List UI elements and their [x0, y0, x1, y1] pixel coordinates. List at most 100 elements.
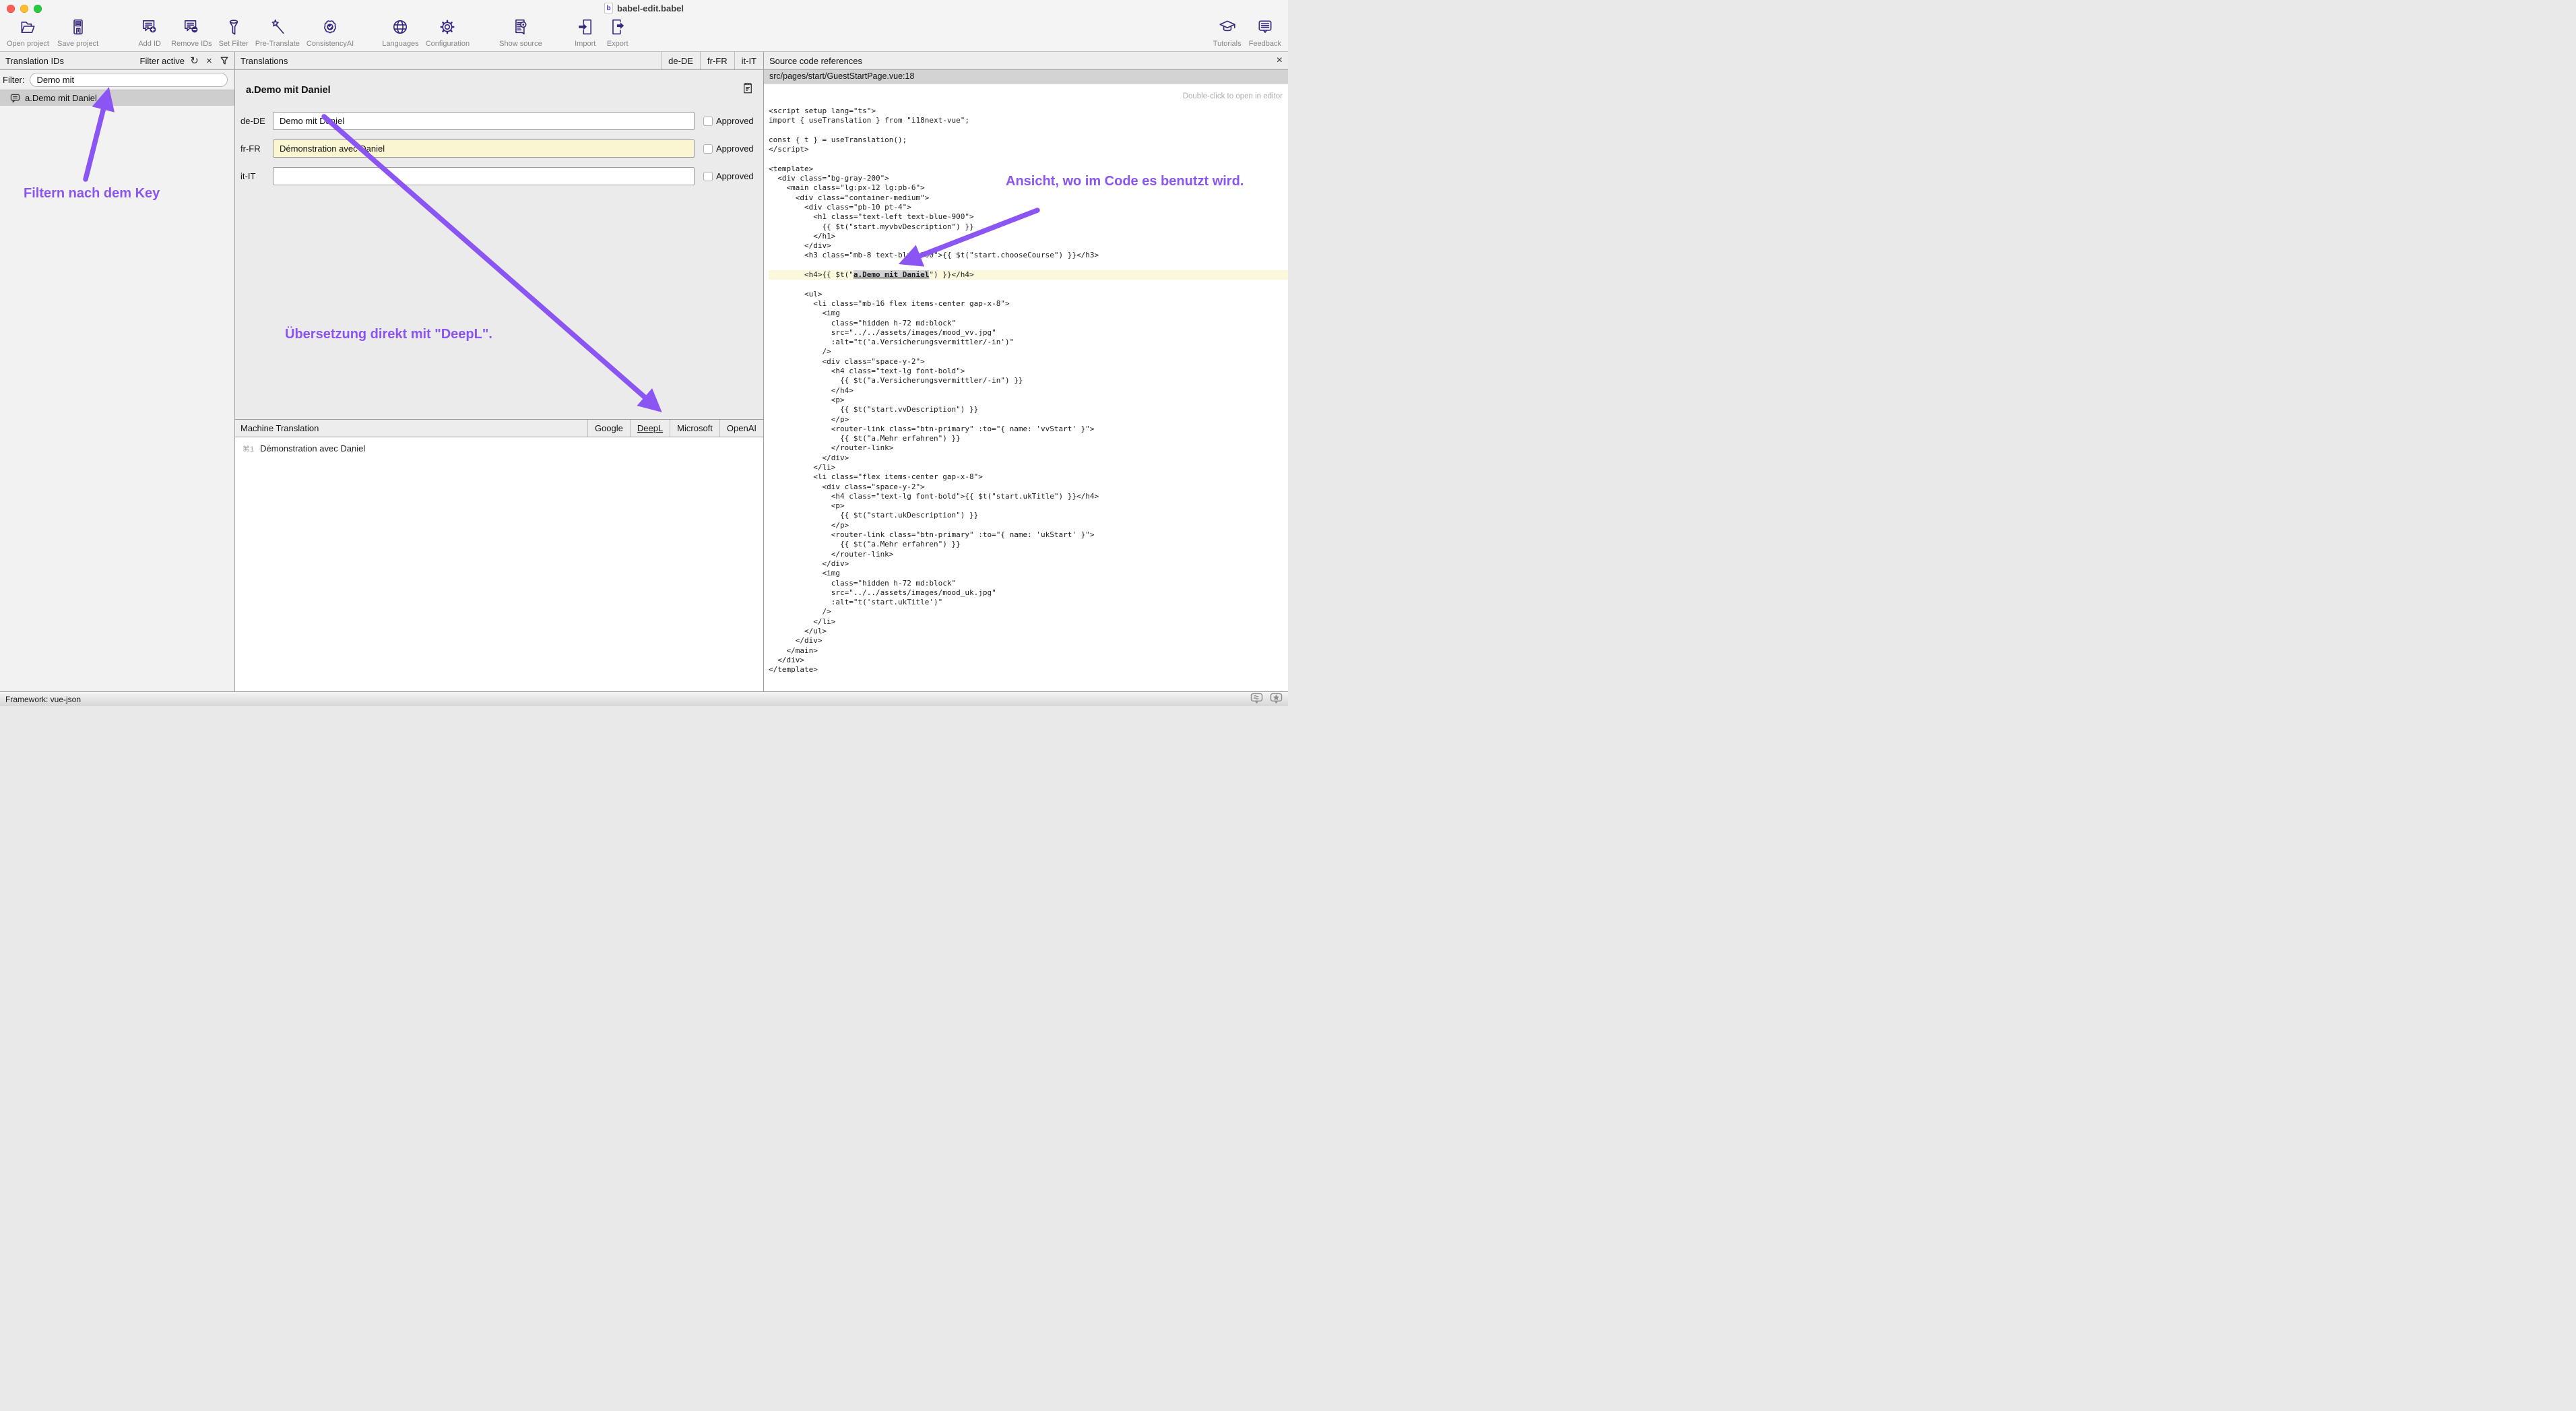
zoom-window-button[interactable] — [34, 5, 42, 13]
export-button[interactable]: Export — [603, 18, 633, 48]
mt-tab-openai[interactable]: OpenAI — [719, 420, 763, 437]
translation-ids-panel: Translation IDs Filter active ↻ × Filter… — [0, 52, 235, 691]
approved-it: Approved — [703, 171, 756, 181]
configuration-button[interactable]: Configuration — [426, 18, 470, 48]
filter-row: Filter: — [0, 70, 234, 90]
mt-suggestion-text: Démonstration avec Daniel — [260, 443, 365, 453]
funnel-icon — [225, 18, 243, 39]
tutorials-button[interactable]: Tutorials — [1213, 18, 1242, 48]
set-filter-button[interactable]: Set Filter — [219, 18, 249, 48]
remove-ids-button[interactable]: Remove IDs — [171, 18, 212, 48]
filter-funnel-icon[interactable] — [219, 56, 229, 66]
annotation-deepl: Übersetzung direkt mit "DeepL". — [285, 327, 492, 342]
translations-header: Translations de-DE fr-FR it-IT — [235, 52, 763, 70]
lang-tab-it[interactable]: it-IT — [734, 52, 763, 69]
export-arrow-icon — [609, 18, 626, 39]
filter-input[interactable] — [30, 73, 228, 87]
source-reference-row[interactable]: src/pages/start/GuestStartPage.vue:18 — [764, 70, 1288, 84]
selected-id-heading: a.Demo mit Daniel — [246, 85, 331, 96]
comment-bubble-icon — [10, 94, 20, 103]
clear-filter-icon[interactable]: × — [204, 56, 214, 66]
approved-de: Approved — [703, 116, 756, 126]
approved-fr: Approved — [703, 144, 756, 154]
open-project-button[interactable]: Open project — [7, 18, 49, 48]
lang-tab-fr[interactable]: fr-FR — [700, 52, 734, 69]
document-icon: b — [604, 3, 613, 13]
mt-tab-deepl[interactable]: DeepL — [630, 420, 670, 437]
traffic-lights — [7, 5, 42, 13]
list-item-translation-id[interactable]: a.Demo mit Daniel — [0, 90, 234, 106]
star-badge-icon[interactable] — [1270, 693, 1283, 706]
brain-check-icon — [321, 18, 339, 39]
annotation-filter-key: Filtern nach dem Key — [24, 186, 160, 201]
titlebar: b babel-edit.babel — [0, 0, 1288, 16]
translations-panel: Translations de-DE fr-FR it-IT a.Demo mi… — [235, 52, 764, 691]
approved-checkbox-fr[interactable] — [703, 144, 713, 154]
translations-title: Translations — [240, 56, 288, 66]
feedback-bubble-icon — [1256, 18, 1274, 39]
mt-shortcut-badge: ⌘1 — [243, 445, 254, 453]
lang-label-de: de-DE — [240, 116, 273, 126]
minimize-window-button[interactable] — [20, 5, 28, 13]
mt-suggestion-row[interactable]: ⌘1 Démonstration avec Daniel — [235, 443, 763, 453]
source-code-header: Source code references × — [764, 52, 1288, 70]
translation-ids-header: Translation IDs Filter active ↻ × — [0, 52, 234, 70]
add-id-button[interactable]: Add ID — [135, 18, 164, 48]
open-folder-icon — [19, 18, 36, 39]
graduation-cap-icon — [1219, 18, 1236, 39]
close-window-button[interactable] — [7, 5, 15, 13]
mt-tab-google[interactable]: Google — [587, 420, 630, 437]
main-area: Translation IDs Filter active ↻ × Filter… — [0, 52, 1288, 691]
machine-translation-body: ⌘1 Démonstration avec Daniel — [235, 437, 763, 691]
mt-tab-microsoft[interactable]: Microsoft — [670, 420, 719, 437]
window-title-text: babel-edit.babel — [617, 3, 684, 13]
source-code-title: Source code references — [769, 56, 862, 66]
feedback-button[interactable]: Feedback — [1249, 18, 1281, 48]
lang-label-fr: fr-FR — [240, 144, 273, 154]
pre-translate-button[interactable]: Pre-Translate — [255, 18, 300, 48]
translation-input-it[interactable] — [273, 167, 695, 185]
close-panel-icon[interactable]: × — [1277, 55, 1283, 66]
gear-icon — [439, 18, 456, 39]
framework-label: Framework: vue-json — [5, 695, 81, 704]
approved-checkbox-de[interactable] — [703, 117, 713, 126]
notes-icon[interactable] — [742, 82, 754, 98]
status-bar: Framework: vue-json — [0, 691, 1288, 706]
globe-icon — [391, 18, 409, 39]
add-id-bubble-plus-icon — [141, 18, 158, 39]
translation-row-it: it-IT Approved — [240, 167, 756, 185]
translation-id-list: a.Demo mit Daniel — [0, 90, 234, 106]
languages-button[interactable]: Languages — [382, 18, 418, 48]
filter-label: Filter: — [3, 75, 25, 85]
translation-row-de: de-DE Approved — [240, 112, 756, 130]
save-project-button[interactable]: Save project — [57, 18, 98, 48]
translation-input-de[interactable] — [273, 112, 695, 130]
translation-memory-bubble-icon[interactable] — [1250, 693, 1263, 706]
machine-translation-title: Machine Translation — [240, 423, 319, 433]
import-arrow-icon — [577, 18, 594, 39]
open-in-editor-hint: Double-click to open in editor — [764, 84, 1288, 100]
lang-tab-de[interactable]: de-DE — [661, 52, 700, 69]
magic-wand-icon — [269, 18, 286, 39]
source-code-panel: Source code references × src/pages/start… — [764, 52, 1288, 691]
refresh-icon[interactable]: ↻ — [189, 56, 199, 66]
translation-input-fr[interactable] — [273, 139, 695, 158]
translation-id-label: a.Demo mit Daniel — [25, 93, 97, 103]
toolbar: Open project Save project Add ID Remove … — [0, 16, 1288, 51]
show-source-button[interactable]: Show source — [499, 18, 542, 48]
translations-body: a.Demo mit Daniel de-DE Approved fr-FR — [235, 70, 763, 419]
import-button[interactable]: Import — [571, 18, 600, 48]
window-chrome: b babel-edit.babel Open project Save pro… — [0, 0, 1288, 52]
translation-ids-title: Translation IDs — [5, 56, 64, 66]
translation-row-fr: fr-FR Approved — [240, 139, 756, 158]
lang-label-it: it-IT — [240, 171, 273, 181]
save-floppy-icon — [69, 18, 87, 39]
annotation-code-usage: Ansicht, wo im Code es benutzt wird. — [1006, 174, 1244, 189]
machine-translation-header: Machine Translation Google DeepL Microso… — [235, 419, 763, 437]
source-eye-icon — [512, 18, 529, 39]
approved-checkbox-it[interactable] — [703, 172, 713, 181]
window-title: b babel-edit.babel — [604, 3, 684, 13]
consistency-ai-button[interactable]: ConsistencyAI — [307, 18, 354, 48]
remove-id-bubble-minus-icon — [183, 18, 200, 39]
filter-active-label: Filter active — [140, 56, 185, 66]
